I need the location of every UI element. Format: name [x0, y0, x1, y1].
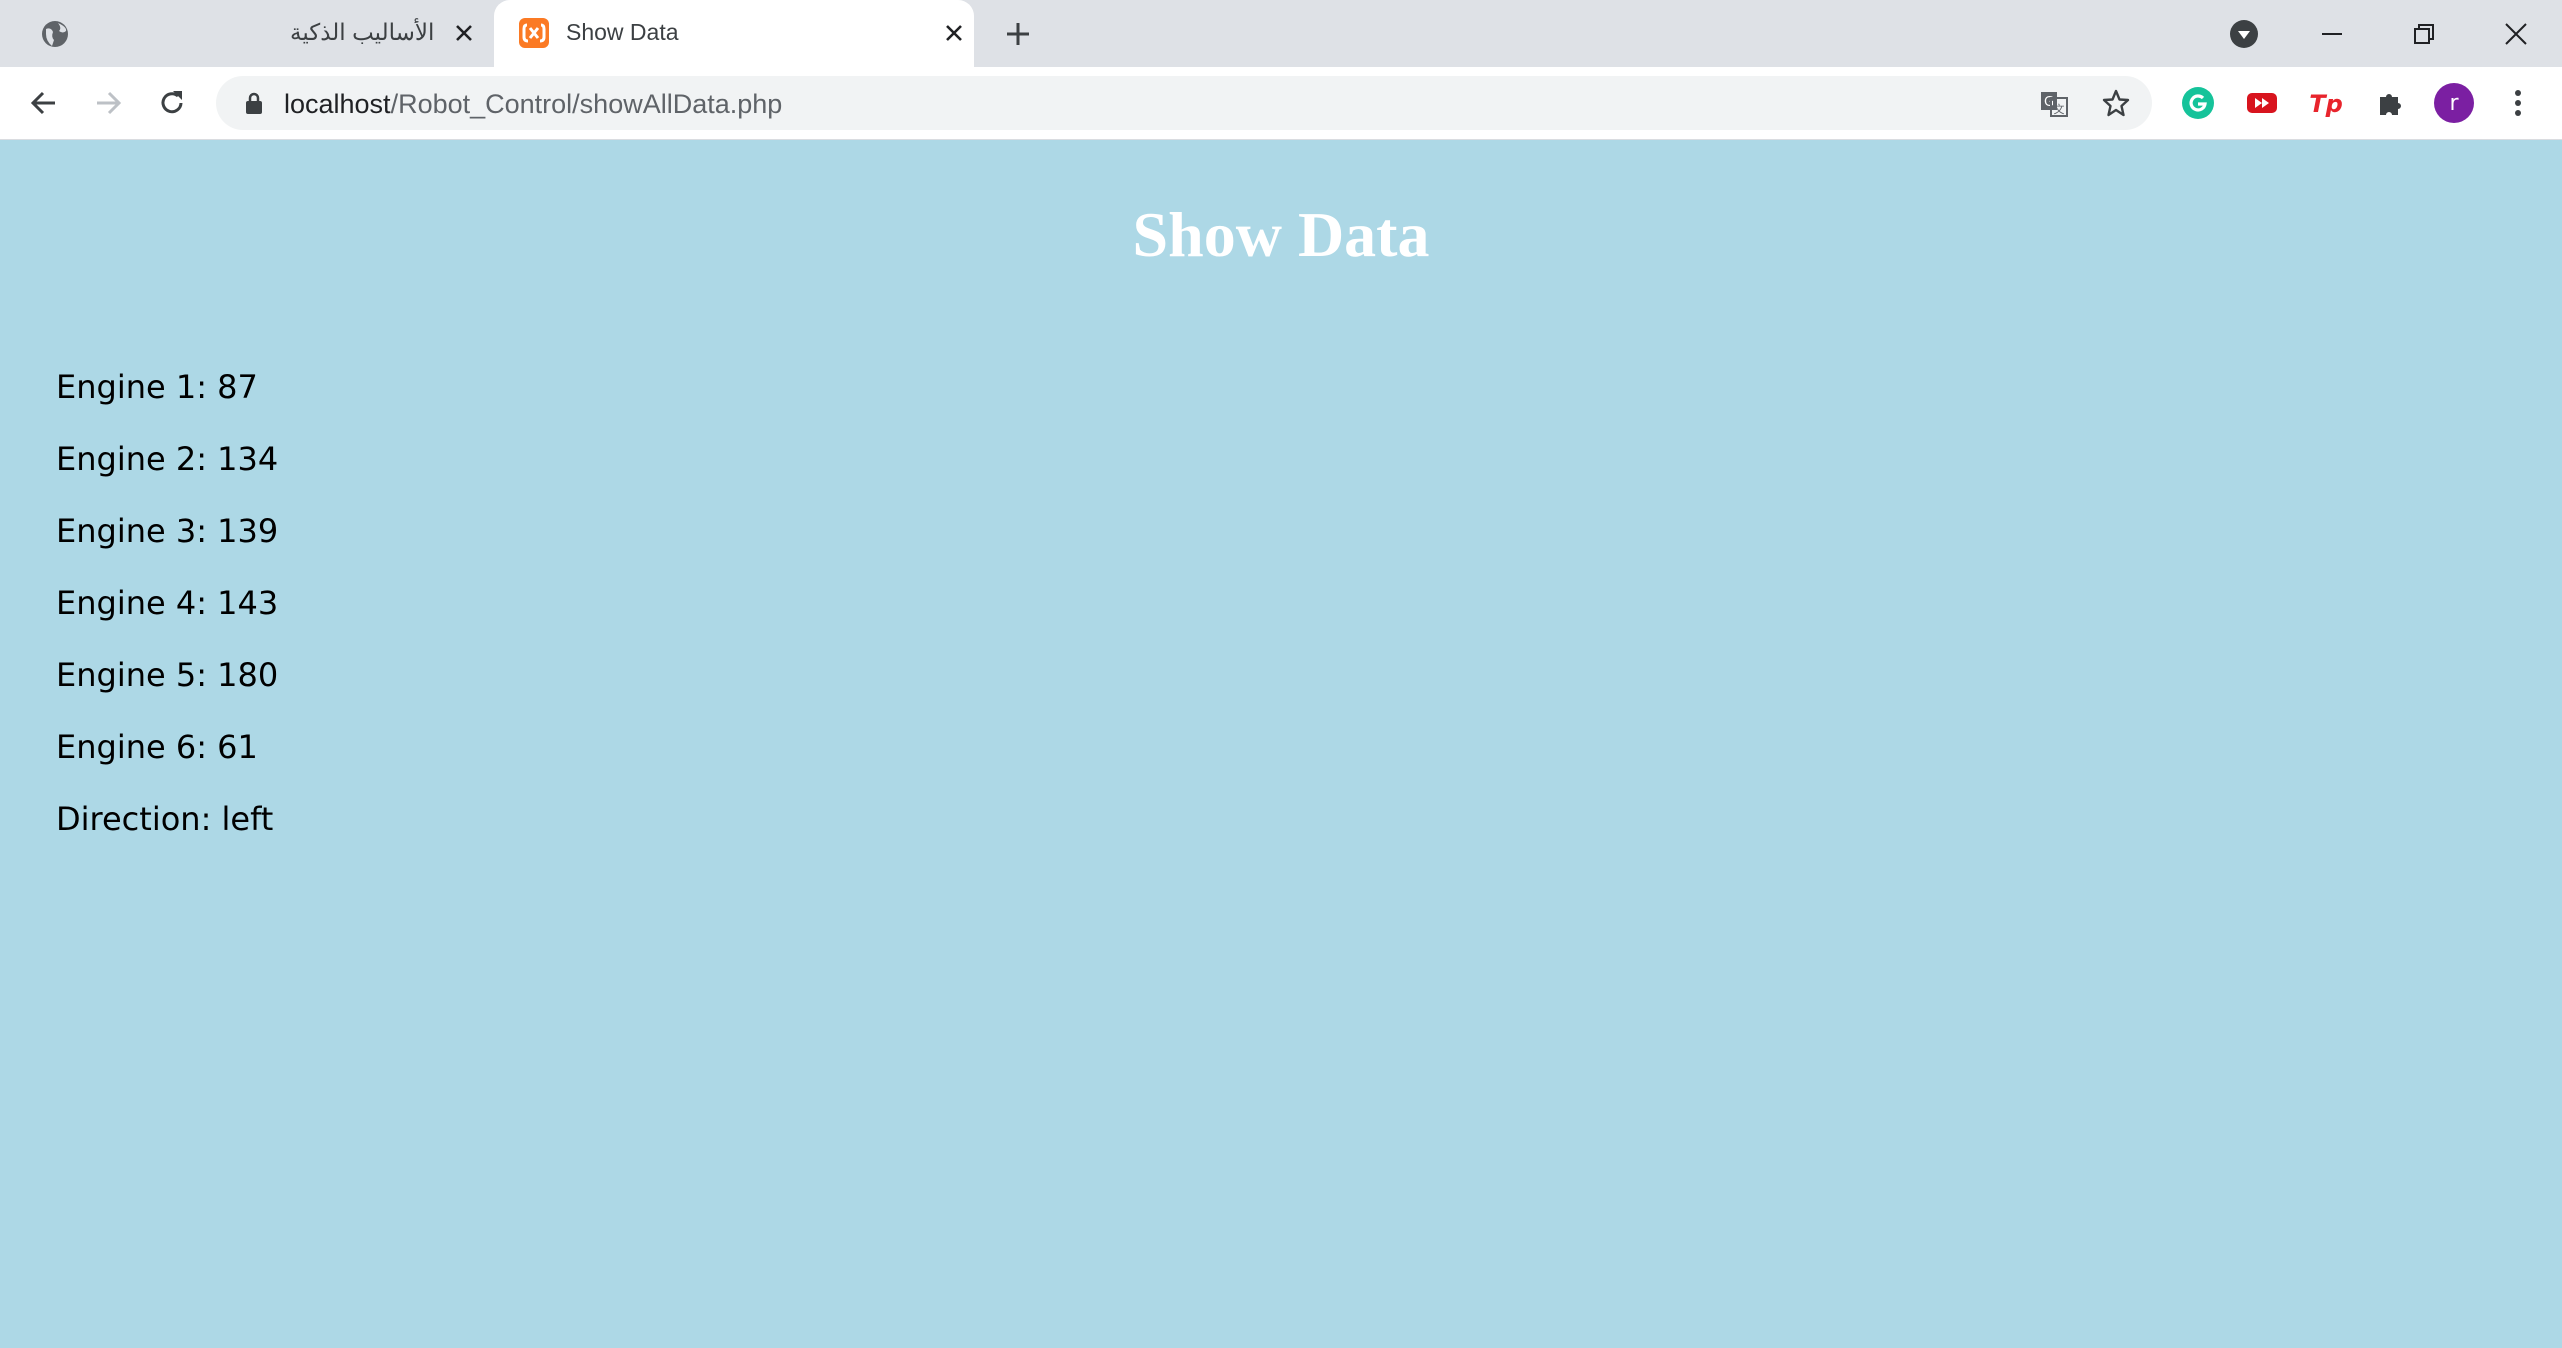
- video-extension-icon[interactable]: [2242, 83, 2282, 123]
- grammarly-icon[interactable]: [2178, 83, 2218, 123]
- reload-icon: [161, 91, 183, 114]
- url-path: /Robot_Control/showAllData.php: [390, 89, 783, 119]
- svg-text:文: 文: [2054, 102, 2065, 116]
- menu-button[interactable]: [2498, 83, 2538, 123]
- svg-text:Tp: Tp: [2309, 90, 2343, 118]
- tab-title: الأساليب الذكية: [290, 19, 435, 45]
- row-value: 87: [217, 368, 258, 406]
- tab-show-data[interactable]: Show Data: [494, 0, 974, 67]
- reload-button[interactable]: [150, 81, 194, 125]
- list-item-engine-1: Engine 1: 87: [56, 368, 278, 440]
- new-tab-button[interactable]: [1000, 16, 1036, 52]
- restore-button[interactable]: [2402, 12, 2446, 56]
- tab-strip: الأساليب الذكية Show Data: [0, 0, 2562, 67]
- list-item-engine-6: Engine 6: 61: [56, 728, 278, 800]
- address-bar[interactable]: localhost/Robot_Control/showAllData.php …: [216, 76, 2152, 130]
- row-label: Engine 6:: [56, 728, 207, 766]
- list-item-direction: Direction: left: [56, 800, 278, 872]
- url-host: localhost: [284, 89, 391, 119]
- list-item-engine-3: Engine 3: 139: [56, 512, 278, 584]
- tab-search-button[interactable]: [2222, 12, 2266, 56]
- close-icon[interactable]: [450, 19, 478, 47]
- list-item-engine-4: Engine 4: 143: [56, 584, 278, 656]
- row-value: 61: [217, 728, 258, 766]
- arrow-left-icon: [30, 91, 55, 115]
- back-button[interactable]: [22, 81, 66, 125]
- arrow-right-icon: [97, 91, 122, 115]
- row-label: Engine 5:: [56, 656, 207, 694]
- close-window-button[interactable]: [2494, 12, 2538, 56]
- tab-title: Show Data: [566, 19, 679, 45]
- extensions-puzzle-icon[interactable]: [2370, 83, 2410, 123]
- close-icon[interactable]: [940, 19, 968, 47]
- row-label: Engine 3:: [56, 512, 207, 550]
- translate-icon[interactable]: G文: [2036, 85, 2072, 121]
- list-item-engine-2: Engine 2: 134: [56, 440, 278, 512]
- url-text: localhost/Robot_Control/showAllData.php: [284, 89, 782, 120]
- row-value: left: [221, 800, 274, 838]
- row-label: Engine 1:: [56, 368, 207, 406]
- list-item-engine-5: Engine 5: 180: [56, 656, 278, 728]
- row-value: 134: [217, 440, 279, 478]
- row-label: Direction:: [56, 800, 212, 838]
- forward-button[interactable]: [86, 81, 130, 125]
- xampp-icon: [518, 17, 550, 49]
- data-list: Engine 1: 87 Engine 2: 134 Engine 3: 139…: [56, 368, 278, 872]
- page-title: Show Data: [1132, 199, 1430, 270]
- browser-toolbar: localhost/Robot_Control/showAllData.php …: [0, 67, 2562, 140]
- star-icon[interactable]: [2098, 85, 2134, 121]
- chevron-down-icon: [2230, 20, 2258, 48]
- lock-icon: [242, 91, 266, 115]
- globe-icon: [40, 19, 70, 49]
- profile-avatar[interactable]: r: [2434, 83, 2474, 123]
- row-label: Engine 2:: [56, 440, 207, 478]
- tp-extension-icon[interactable]: Tp: [2306, 83, 2346, 123]
- avatar-initial: r: [2449, 90, 2459, 116]
- row-label: Engine 4:: [56, 584, 207, 622]
- row-value: 139: [217, 512, 279, 550]
- page-content: Show Data Engine 1: 87 Engine 2: 134 Eng…: [0, 140, 2562, 1348]
- row-value: 143: [217, 584, 279, 622]
- kebab-menu-icon: [2515, 90, 2521, 116]
- row-value: 180: [217, 656, 279, 694]
- tab-arabic[interactable]: الأساليب الذكية: [0, 0, 490, 67]
- minimize-button[interactable]: [2310, 12, 2354, 56]
